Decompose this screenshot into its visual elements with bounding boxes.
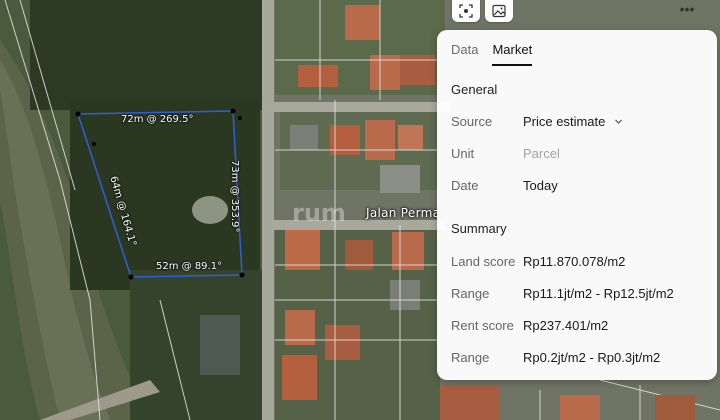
chevron-down-icon	[615, 119, 622, 124]
tab-data[interactable]: Data	[451, 42, 478, 66]
source-row: Source Price estimate	[451, 114, 711, 132]
rent-range-value: Rp0.2jt/m2 - Rp0.3jt/m2	[523, 350, 661, 365]
watermark-logo: rum	[292, 199, 346, 227]
tab-market[interactable]: Market	[492, 42, 533, 66]
rent-score-row: Rent score Rp237.401/m2	[451, 318, 711, 336]
date-value[interactable]: Today	[523, 178, 558, 193]
rent-range-row: Range Rp0.2jt/m2 - Rp0.3jt/m2	[451, 350, 711, 368]
unit-row: Unit Parcel	[451, 146, 711, 164]
source-value: Price estimate	[523, 114, 606, 129]
land-score-row: Land score Rp11.870.078/m2	[451, 254, 711, 272]
land-score-value: Rp11.870.078/m2	[523, 254, 626, 269]
scan-icon	[459, 4, 473, 18]
parcel-dimension-bottom: 52m @ 89.1°	[156, 261, 223, 272]
land-range-label: Range	[451, 286, 490, 301]
date-label: Date	[451, 178, 479, 193]
unit-input[interactable]: Parcel	[523, 146, 560, 161]
scan-button[interactable]	[452, 0, 480, 22]
more-options-button[interactable]: •••	[676, 0, 698, 18]
land-score-label: Land score	[451, 254, 516, 269]
parcel-dimension-top: 72m @ 269.5°	[121, 114, 194, 125]
panel-tabs: Data Market	[451, 42, 533, 66]
more-icon: •••	[679, 1, 695, 17]
land-range-row: Range Rp11.1jt/m2 - Rp12.5jt/m2	[451, 286, 711, 304]
rent-range-label: Range	[451, 350, 490, 365]
market-panel: Data Market General Source Price estimat…	[437, 30, 717, 380]
rent-score-value: Rp237.401/m2	[523, 318, 609, 333]
source-label: Source	[451, 114, 493, 129]
land-range-value: Rp11.1jt/m2 - Rp12.5jt/m2	[523, 286, 674, 301]
summary-section-title: Summary	[451, 221, 507, 236]
street-label: Jalan Perma	[366, 206, 441, 220]
image-icon	[492, 4, 506, 18]
rent-score-label: Rent score	[451, 318, 514, 333]
image-button[interactable]	[485, 0, 513, 22]
parcel-dimension-right: 73m @ 353.9°	[229, 160, 240, 233]
unit-label: Unit	[451, 146, 475, 161]
general-section-title: General	[451, 82, 498, 97]
source-select[interactable]: Price estimate	[523, 114, 623, 129]
date-row: Date Today	[451, 178, 711, 196]
